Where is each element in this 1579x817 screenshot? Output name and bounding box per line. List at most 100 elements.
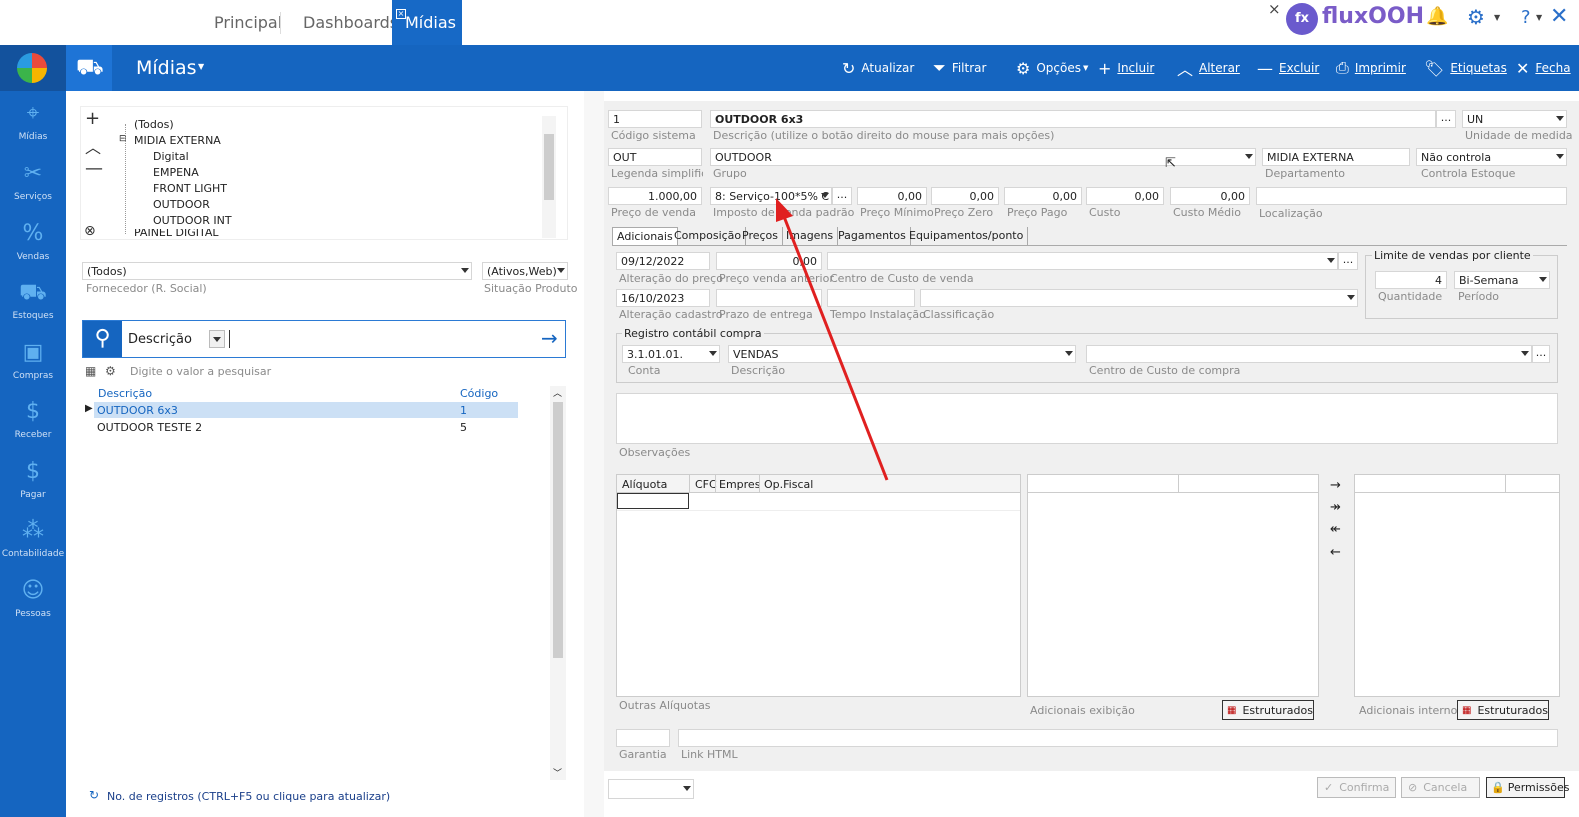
alteracao-cadastro-field[interactable]: 16/10/2023: [616, 289, 710, 307]
codigo-field[interactable]: 1: [608, 110, 702, 128]
estruturados-internos-button[interactable]: ▦ Estruturados: [1457, 700, 1549, 720]
incluir-button[interactable]: + Incluir: [1098, 45, 1154, 91]
help-icon[interactable]: ?: [1521, 7, 1531, 28]
close-icon[interactable]: ×: [1268, 0, 1281, 18]
table-row[interactable]: OUTDOOR 6x3 1: [94, 402, 518, 418]
tree-item[interactable]: MIDIA EXTERNA: [134, 134, 221, 147]
cancela-button[interactable]: ⊘ Cancela: [1401, 777, 1480, 798]
preco-pago-field[interactable]: 0,00: [1004, 187, 1082, 205]
gear-icon[interactable]: ⚙: [1467, 5, 1485, 29]
quantidade-field[interactable]: 4: [1375, 271, 1447, 289]
search-icon[interactable]: ⚲: [83, 321, 122, 357]
table-icon[interactable]: ▦: [85, 364, 96, 378]
search-input[interactable]: [229, 330, 230, 348]
bottom-select[interactable]: [608, 779, 694, 799]
confirma-button[interactable]: ✓ Confirma: [1317, 777, 1396, 798]
table-row[interactable]: OUTDOOR TESTE 2 5: [94, 419, 518, 435]
centro-custo-venda-more[interactable]: ...: [1338, 252, 1358, 270]
scroll-down-icon[interactable]: ﹀: [553, 766, 562, 779]
sidebar-item-receber[interactable]: $ Receber: [0, 398, 66, 440]
header-opfiscal[interactable]: Op.Fiscal: [764, 478, 813, 491]
centro-custo-venda-select[interactable]: [827, 252, 1338, 270]
refresh-icon[interactable]: ↻: [89, 788, 99, 802]
move-right-icon[interactable]: →: [1330, 478, 1341, 493]
permissoes-button[interactable]: 🔒 Permissões: [1486, 777, 1570, 798]
adicionais-exibicao-list[interactable]: [1027, 474, 1319, 697]
periodo-select[interactable]: Bi-Semana: [1454, 271, 1550, 289]
unidade-select[interactable]: UN: [1462, 110, 1567, 128]
search-field-select[interactable]: [209, 330, 225, 348]
caret-down-icon[interactable]: ▼: [198, 62, 204, 71]
sidebar-item-pessoas[interactable]: ☺ Pessoas: [0, 577, 66, 619]
prazo-field[interactable]: [716, 289, 822, 307]
legenda-field[interactable]: OUT: [608, 148, 702, 166]
tree-scrollbar[interactable]: [542, 116, 556, 238]
tree-item[interactable]: FRONT LIGHT: [153, 182, 227, 195]
descricao-more-button[interactable]: ...: [1436, 110, 1456, 128]
header-aliquota[interactable]: Alíquota: [622, 478, 667, 491]
conta-descricao-select[interactable]: VENDAS: [728, 345, 1076, 363]
chevron-down-icon[interactable]: ▼: [1494, 13, 1500, 22]
sidebar-item-estoques[interactable]: ⛟ Estoques: [0, 279, 66, 321]
adicionais-internos-list[interactable]: [1354, 474, 1560, 697]
opcoes-button[interactable]: ⚙ Opções ▼: [1016, 45, 1088, 91]
header-descricao[interactable]: Descrição: [98, 387, 152, 400]
tree-item[interactable]: PAINEL DIGITAL: [134, 229, 219, 237]
preco-minimo-field[interactable]: 0,00: [857, 187, 927, 205]
tab-pagamentos[interactable]: Pagamentos: [834, 227, 911, 246]
tree-item[interactable]: OUTDOOR: [153, 198, 210, 211]
centro-compra-select[interactable]: [1086, 345, 1532, 363]
custo-field[interactable]: 0,00: [1086, 187, 1164, 205]
cancel-icon[interactable]: ⊗: [84, 223, 96, 239]
estoque-select[interactable]: Não controla: [1416, 148, 1567, 166]
alteracao-preco-field[interactable]: 09/12/2022: [616, 252, 710, 270]
garantia-field[interactable]: [616, 729, 670, 747]
descricao-field[interactable]: OUTDOOR 6x3: [710, 110, 1436, 128]
tempo-field[interactable]: [827, 289, 915, 307]
scroll-up-icon[interactable]: ︿: [553, 386, 562, 399]
atualizar-button[interactable]: ↻ Atualizar: [842, 45, 914, 91]
filtrar-button[interactable]: ⏷ Filtrar: [933, 45, 986, 91]
tree-item[interactable]: OUTDOOR INT: [153, 214, 232, 227]
fornecedor-select[interactable]: (Todos): [82, 262, 472, 280]
localizacao-field[interactable]: [1256, 187, 1567, 205]
tab-equipamentos[interactable]: Equipamentos/ponto: [905, 227, 1029, 246]
situacao-select[interactable]: (Ativos,Web): [482, 262, 568, 280]
preco-venda-field[interactable]: 1.000,00: [608, 187, 702, 205]
move-all-left-icon[interactable]: ↞: [1330, 522, 1341, 537]
tab-dashboards[interactable]: Dashboards: [285, 0, 398, 45]
chevron-up-icon[interactable]: ︿: [85, 134, 101, 158]
estruturados-exibicao-button[interactable]: ▦ Estruturados: [1222, 700, 1314, 720]
tab-adicionais[interactable]: Adicionais: [612, 227, 678, 246]
link-html-field[interactable]: [678, 729, 1558, 747]
tree-item[interactable]: Digital: [153, 150, 189, 163]
close-tab-icon[interactable]: ×: [396, 9, 406, 19]
tab-precos[interactable]: Preços: [738, 227, 783, 246]
etiquetas-button[interactable]: 🏷 Etiquetas: [1424, 45, 1507, 91]
add-icon[interactable]: +: [85, 108, 100, 129]
sidebar-item-vendas[interactable]: % Vendas: [0, 220, 66, 262]
alterar-button[interactable]: ︿ Alterar: [1177, 45, 1240, 91]
header-cfc[interactable]: CFC: [695, 478, 717, 491]
chevron-down-icon[interactable]: ▼: [1536, 13, 1542, 22]
tab-principal[interactable]: Principal: [196, 0, 282, 45]
list-scrollbar[interactable]: ︿ ﹀: [550, 386, 566, 780]
tree-item[interactable]: (Todos): [134, 118, 174, 131]
sidebar-item-contabilidade[interactable]: ⁂ Contabilidade: [0, 517, 66, 559]
imposto-select[interactable]: 8: Serviço-100*5% C: [710, 187, 832, 205]
fechar-button[interactable]: ✕ Fecha: [1516, 45, 1571, 91]
bell-icon[interactable]: 🔔: [1426, 6, 1448, 27]
settings-icon[interactable]: ⚙: [105, 364, 116, 378]
minus-icon[interactable]: —: [85, 158, 103, 179]
classificacao-select[interactable]: [920, 289, 1358, 307]
header-empresa[interactable]: Empresa: [719, 478, 759, 491]
tab-imagens[interactable]: Imagens: [782, 227, 839, 246]
splitter[interactable]: [584, 91, 604, 817]
centro-compra-more[interactable]: ...: [1532, 345, 1550, 363]
excluir-button[interactable]: — Excluir: [1257, 45, 1319, 91]
sidebar-item-compras[interactable]: ▣ Compras: [0, 339, 66, 381]
conta-select[interactable]: 3.1.01.01.: [622, 345, 720, 363]
move-all-right-icon[interactable]: ↠: [1330, 500, 1341, 515]
tab-composicao[interactable]: Composição: [670, 227, 747, 246]
sidebar-item-midias[interactable]: ⌖ Mídias: [0, 100, 66, 142]
